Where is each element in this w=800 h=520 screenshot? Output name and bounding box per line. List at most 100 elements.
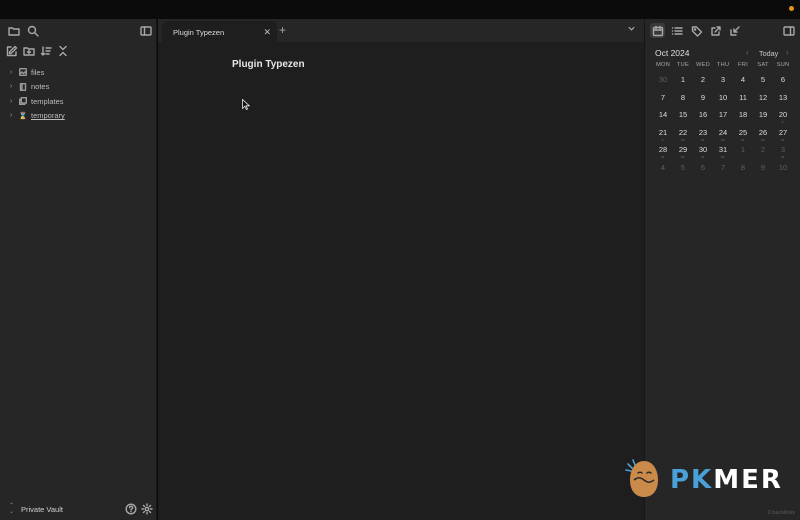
today-button[interactable]: Today xyxy=(759,49,778,58)
calendar-day[interactable]: 2 xyxy=(693,73,713,91)
calendar-day[interactable]: 23 •• xyxy=(693,126,713,144)
calendar-day[interactable]: 20 • xyxy=(773,108,793,126)
new-folder-icon[interactable] xyxy=(22,44,36,58)
calendar-day-number: 9 xyxy=(700,92,706,102)
search-icon[interactable] xyxy=(26,24,40,38)
calendar-day[interactable]: 21 • xyxy=(653,126,673,144)
calendar-weeks: 30 1 2 3 4 5 6 7 8 9 10 11 12 13 14 15 16 17 18 19 20 • 21 • 22 •… xyxy=(653,73,793,178)
calendar-day-dots: •• xyxy=(681,136,685,142)
chevron-right-icon[interactable]: › xyxy=(10,98,18,105)
calendar-day[interactable]: 1 xyxy=(733,143,753,161)
plus-icon[interactable]: + xyxy=(279,23,286,37)
outgoing-links-icon[interactable] xyxy=(709,24,723,38)
calendar-day[interactable]: 12 xyxy=(753,91,773,109)
calendar-day[interactable]: 25 •• xyxy=(733,126,753,144)
vault-switcher[interactable]: ⌃ ⌄ Private Vault xyxy=(0,498,156,520)
calendar-icon[interactable] xyxy=(650,23,665,38)
calendar-day[interactable]: 5 xyxy=(673,161,693,179)
tree-item-label: templates xyxy=(31,96,64,106)
list-icon[interactable] xyxy=(670,24,684,38)
calendar-day[interactable]: 28 •• xyxy=(653,143,673,161)
calendar-day[interactable]: 29 •• xyxy=(673,143,693,161)
calendar-day[interactable]: 30 xyxy=(653,73,673,91)
vault-name: Private Vault xyxy=(21,504,63,514)
status-dot xyxy=(789,6,794,11)
calendar-day[interactable]: 19 xyxy=(753,108,773,126)
calendar-day-dots: •• xyxy=(701,154,705,159)
tab-plugin-typezen[interactable]: Plugin Typezen ✕ xyxy=(162,21,277,42)
calendar-day-number: 9 xyxy=(760,162,766,172)
calendar-day-number: 30 xyxy=(698,145,708,154)
calendar-day[interactable]: 18 xyxy=(733,108,753,126)
calendar-day[interactable]: 6 xyxy=(693,161,713,179)
calendar-day-number: 11 xyxy=(739,92,747,102)
calendar-day[interactable]: 6 xyxy=(773,73,793,91)
image-icon xyxy=(18,67,28,77)
calendar-day[interactable]: 7 xyxy=(713,161,733,179)
sidebar-toggle-icon[interactable] xyxy=(139,24,153,38)
chevron-right-icon[interactable]: › xyxy=(10,83,18,90)
tree-folder-templates[interactable]: › templates xyxy=(0,94,156,109)
tree-folder-temporary[interactable]: › ⌛ temporary xyxy=(0,109,156,124)
calendar-day[interactable]: 4 xyxy=(733,73,753,91)
calendar-day[interactable]: 17 xyxy=(713,108,733,126)
tags-icon[interactable] xyxy=(690,24,704,38)
calendar-day[interactable]: 30 •• xyxy=(693,143,713,161)
calendar-day-dots: •• xyxy=(781,154,785,159)
right-sidebar: Oct 2024 ‹ Today › MON TUE WED THU FRI S… xyxy=(644,19,800,520)
calendar-day[interactable]: 7 xyxy=(653,91,673,109)
gear-icon[interactable] xyxy=(140,502,154,516)
calendar-day-dots: •• xyxy=(701,136,705,142)
calendar-day-number: 13 xyxy=(778,92,788,102)
watermark-text-left: PK xyxy=(670,465,714,495)
tab-bar: Plugin Typezen ✕ + xyxy=(158,19,644,42)
tree-item-label: temporary xyxy=(31,111,65,121)
collapse-icon[interactable] xyxy=(56,44,70,58)
backlinks-icon[interactable] xyxy=(728,24,742,38)
calendar-day[interactable]: 24 •• xyxy=(713,126,733,144)
weekday-label: SAT xyxy=(757,62,769,68)
chevron-left-icon[interactable]: ‹ xyxy=(746,48,749,57)
calendar-day[interactable]: 4 xyxy=(653,161,673,179)
editor-area: Plugin Typezen ✕ + Plugin Typezen xyxy=(158,19,644,520)
chevron-right-icon[interactable]: › xyxy=(786,48,789,57)
calendar-day[interactable]: 9 xyxy=(693,91,713,109)
pkmer-logo-icon xyxy=(625,459,658,497)
tree-folder-files[interactable]: › files xyxy=(0,65,156,80)
calendar-grid: MON TUE WED THU FRI SAT SUN 30 1 2 3 4 5 6 7 8 9 1… xyxy=(653,62,793,178)
folder-icon[interactable] xyxy=(7,24,21,38)
chevron-right-icon[interactable]: › xyxy=(10,112,18,119)
sidebar-toggle-icon[interactable] xyxy=(782,24,796,38)
calendar-day[interactable]: 11 xyxy=(733,91,753,109)
chevron-down-icon[interactable] xyxy=(627,24,636,36)
tree-folder-notes[interactable]: › notes xyxy=(0,80,156,95)
help-icon[interactable] xyxy=(124,502,138,516)
calendar-day-number: 22 xyxy=(678,127,688,137)
calendar-day[interactable]: 9 xyxy=(753,161,773,179)
sort-icon[interactable] xyxy=(39,44,53,58)
calendar-day[interactable]: 2 xyxy=(753,143,773,161)
calendar-day[interactable]: 1 xyxy=(673,73,693,91)
calendar-day[interactable]: 5 xyxy=(753,73,773,91)
close-icon[interactable]: ✕ xyxy=(263,27,271,38)
calendar-day[interactable]: 3 •• xyxy=(773,143,793,161)
calendar-day[interactable]: 31 •• xyxy=(713,143,733,161)
calendar-day[interactable]: 10 xyxy=(773,161,793,179)
calendar-day[interactable]: 26 •• xyxy=(753,126,773,144)
calendar-day[interactable]: 8 xyxy=(673,91,693,109)
calendar-day[interactable]: 22 •• xyxy=(673,126,693,144)
calendar-day[interactable]: 16 xyxy=(693,108,713,126)
chevron-right-icon[interactable]: › xyxy=(10,69,18,76)
calendar-day[interactable]: 27 •• xyxy=(773,126,793,144)
new-note-icon[interactable] xyxy=(5,44,19,58)
calendar-day-number: 19 xyxy=(758,110,768,119)
calendar-day[interactable]: 10 xyxy=(713,91,733,109)
calendar-day[interactable]: 15 xyxy=(673,108,693,126)
calendar-day-number: 8 xyxy=(680,92,686,102)
calendar-day[interactable]: 13 xyxy=(773,91,793,109)
calendar-day[interactable]: 3 xyxy=(713,73,733,91)
calendar-day-number: 1 xyxy=(740,145,746,154)
calendar-day[interactable]: 8 xyxy=(733,161,753,179)
calendar-day[interactable]: 14 xyxy=(653,108,673,126)
calendar-day-number: 1 xyxy=(680,75,686,84)
